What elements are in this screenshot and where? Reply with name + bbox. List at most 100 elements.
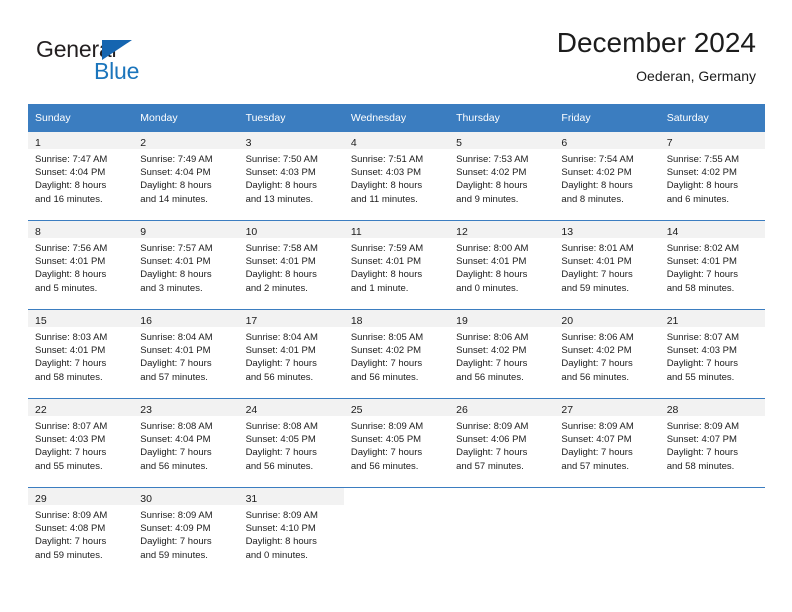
day-cell[interactable]: 11 Sunrise: 7:59 AM Sunset: 4:01 PM Dayl… [343,220,450,310]
day-details: Sunrise: 7:47 AM Sunset: 4:04 PM Dayligh… [28,149,133,206]
daylight-text-line2: and 0 minutes. [245,549,308,561]
weekday-header-wednesday: Wednesday [343,104,450,132]
daylight-text-line1: Daylight: 8 hours [561,180,633,192]
day-cell[interactable]: 3 Sunrise: 7:50 AM Sunset: 4:03 PM Dayli… [238,132,344,221]
sunset-text: Sunset: 4:03 PM [35,434,106,446]
day-number: 21 [666,315,679,327]
daylight-text-line2: and 59 minutes. [140,549,208,561]
day-cell[interactable]: 7 Sunrise: 7:55 AM Sunset: 4:02 PM Dayli… [659,132,765,221]
sunrise-text: Sunrise: 7:49 AM [140,154,213,165]
day-cell[interactable]: 30 Sunrise: 8:09 AM Sunset: 4:09 PM Dayl… [133,487,239,576]
day-cell[interactable]: 22 Sunrise: 8:07 AM Sunset: 4:03 PM Dayl… [28,398,134,488]
day-cell[interactable]: 4 Sunrise: 7:51 AM Sunset: 4:03 PM Dayli… [343,132,450,221]
day-number: 6 [561,137,568,149]
daylight-text-line1: Daylight: 8 hours [245,536,317,548]
day-number: 14 [666,226,679,238]
day-number: 18 [350,315,363,327]
day-number-band: 5 [449,132,555,149]
day-cell[interactable]: 9 Sunrise: 7:57 AM Sunset: 4:01 PM Dayli… [133,220,239,310]
daylight-text-line1: Daylight: 8 hours [245,269,317,281]
day-cell[interactable]: 26 Sunrise: 8:09 AM Sunset: 4:06 PM Dayl… [449,398,555,488]
day-details: Sunrise: 7:58 AM Sunset: 4:01 PM Dayligh… [239,238,344,295]
weekday-header-friday: Friday [554,104,660,132]
day-cell[interactable]: 18 Sunrise: 8:05 AM Sunset: 4:02 PM Dayl… [343,309,450,399]
daylight-text-line2: and 59 minutes. [561,282,630,294]
sunset-text: Sunset: 4:01 PM [140,345,211,357]
day-cell[interactable]: 29 Sunrise: 8:09 AM Sunset: 4:08 PM Dayl… [28,487,134,576]
day-details: Sunrise: 8:02 AM Sunset: 4:01 PM Dayligh… [660,238,765,295]
day-cell[interactable]: 20 Sunrise: 8:06 AM Sunset: 4:02 PM Dayl… [554,309,660,399]
day-number-band: 21 [659,310,765,327]
day-number: 30 [140,493,152,505]
day-number-band [343,488,450,505]
general-blue-logo[interactable]: General Blue [36,36,216,86]
day-number-band: 15 [28,310,134,327]
daylight-text-line1: Daylight: 7 hours [666,358,738,370]
sunrise-text: Sunrise: 7:50 AM [245,154,318,165]
daylight-text-line1: Daylight: 7 hours [35,358,107,370]
day-number: 10 [245,226,258,238]
day-number: 4 [350,137,357,149]
sunrise-text: Sunrise: 8:06 AM [456,332,529,343]
day-cell[interactable]: 24 Sunrise: 8:08 AM Sunset: 4:05 PM Dayl… [238,398,344,488]
day-cell[interactable]: 1 Sunrise: 7:47 AM Sunset: 4:04 PM Dayli… [28,132,134,221]
day-cell-empty [659,487,765,576]
day-number-band: 29 [28,488,134,505]
day-cell[interactable]: 16 Sunrise: 8:04 AM Sunset: 4:01 PM Dayl… [133,309,239,399]
day-number: 22 [35,404,47,416]
day-details: Sunrise: 7:49 AM Sunset: 4:04 PM Dayligh… [133,149,238,206]
day-details: Sunrise: 8:07 AM Sunset: 4:03 PM Dayligh… [28,416,133,473]
day-details: Sunrise: 8:04 AM Sunset: 4:01 PM Dayligh… [239,327,344,384]
day-cell[interactable]: 8 Sunrise: 7:56 AM Sunset: 4:01 PM Dayli… [28,220,134,310]
sunset-text: Sunset: 4:01 PM [350,256,422,268]
day-cell[interactable]: 23 Sunrise: 8:08 AM Sunset: 4:04 PM Dayl… [133,398,239,488]
day-number: 1 [35,137,41,149]
day-number-band: 13 [554,221,660,238]
day-cell[interactable]: 12 Sunrise: 8:00 AM Sunset: 4:01 PM Dayl… [449,220,555,310]
daylight-text-line1: Daylight: 8 hours [35,269,107,281]
day-number: 7 [666,137,673,149]
weekday-header-thursday: Thursday [449,104,555,132]
sunset-text: Sunset: 4:08 PM [35,523,106,535]
day-cell[interactable]: 13 Sunrise: 8:01 AM Sunset: 4:01 PM Dayl… [554,220,660,310]
sunrise-text: Sunrise: 8:02 AM [666,243,740,254]
daylight-text-line2: and 57 minutes. [561,460,630,472]
sunset-text: Sunset: 4:04 PM [35,167,106,179]
calendar-week-row: 22 Sunrise: 8:07 AM Sunset: 4:03 PM Dayl… [28,398,765,488]
day-number: 20 [561,315,574,327]
daylight-text-line1: Daylight: 8 hours [140,269,212,281]
day-cell[interactable]: 10 Sunrise: 7:58 AM Sunset: 4:01 PM Dayl… [238,220,344,310]
daylight-text-line1: Daylight: 7 hours [35,447,107,459]
day-cell[interactable]: 21 Sunrise: 8:07 AM Sunset: 4:03 PM Dayl… [659,309,765,399]
sunset-text: Sunset: 4:10 PM [245,523,316,535]
day-cell[interactable]: 2 Sunrise: 7:49 AM Sunset: 4:04 PM Dayli… [133,132,239,221]
day-cell[interactable]: 17 Sunrise: 8:04 AM Sunset: 4:01 PM Dayl… [238,309,344,399]
day-cell[interactable]: 25 Sunrise: 8:09 AM Sunset: 4:05 PM Dayl… [343,398,450,488]
sunrise-text: Sunrise: 8:05 AM [350,332,424,343]
day-number-band: 31 [238,488,344,505]
day-cell[interactable]: 31 Sunrise: 8:09 AM Sunset: 4:10 PM Dayl… [238,487,344,576]
day-details: Sunrise: 8:09 AM Sunset: 4:10 PM Dayligh… [239,505,344,562]
daylight-text-line2: and 9 minutes. [456,193,519,205]
daylight-text-line2: and 6 minutes. [666,193,730,205]
day-cell[interactable]: 5 Sunrise: 7:53 AM Sunset: 4:02 PM Dayli… [449,132,555,221]
day-number-band: 7 [659,132,765,149]
sunrise-text: Sunrise: 7:51 AM [350,154,424,165]
day-details: Sunrise: 7:53 AM Sunset: 4:02 PM Dayligh… [449,149,554,206]
day-cell[interactable]: 19 Sunrise: 8:06 AM Sunset: 4:02 PM Dayl… [449,309,555,399]
sunrise-text: Sunrise: 8:09 AM [140,510,213,521]
day-cell[interactable]: 15 Sunrise: 8:03 AM Sunset: 4:01 PM Dayl… [28,309,134,399]
day-details: Sunrise: 8:09 AM Sunset: 4:09 PM Dayligh… [133,505,238,562]
sunset-text: Sunset: 4:01 PM [35,345,106,357]
sunset-text: Sunset: 4:03 PM [245,167,316,179]
daylight-text-line2: and 11 minutes. [350,193,418,205]
sunset-text: Sunset: 4:01 PM [35,256,106,268]
daylight-text-line1: Daylight: 7 hours [140,447,212,459]
day-details: Sunrise: 8:09 AM Sunset: 4:05 PM Dayligh… [344,416,449,473]
day-cell[interactable]: 6 Sunrise: 7:54 AM Sunset: 4:02 PM Dayli… [554,132,660,221]
day-cell[interactable]: 14 Sunrise: 8:02 AM Sunset: 4:01 PM Dayl… [659,220,765,310]
day-details: Sunrise: 8:00 AM Sunset: 4:01 PM Dayligh… [449,238,554,295]
day-number: 16 [140,315,152,327]
day-cell[interactable]: 27 Sunrise: 8:09 AM Sunset: 4:07 PM Dayl… [554,398,660,488]
day-cell[interactable]: 28 Sunrise: 8:09 AM Sunset: 4:07 PM Dayl… [659,398,765,488]
